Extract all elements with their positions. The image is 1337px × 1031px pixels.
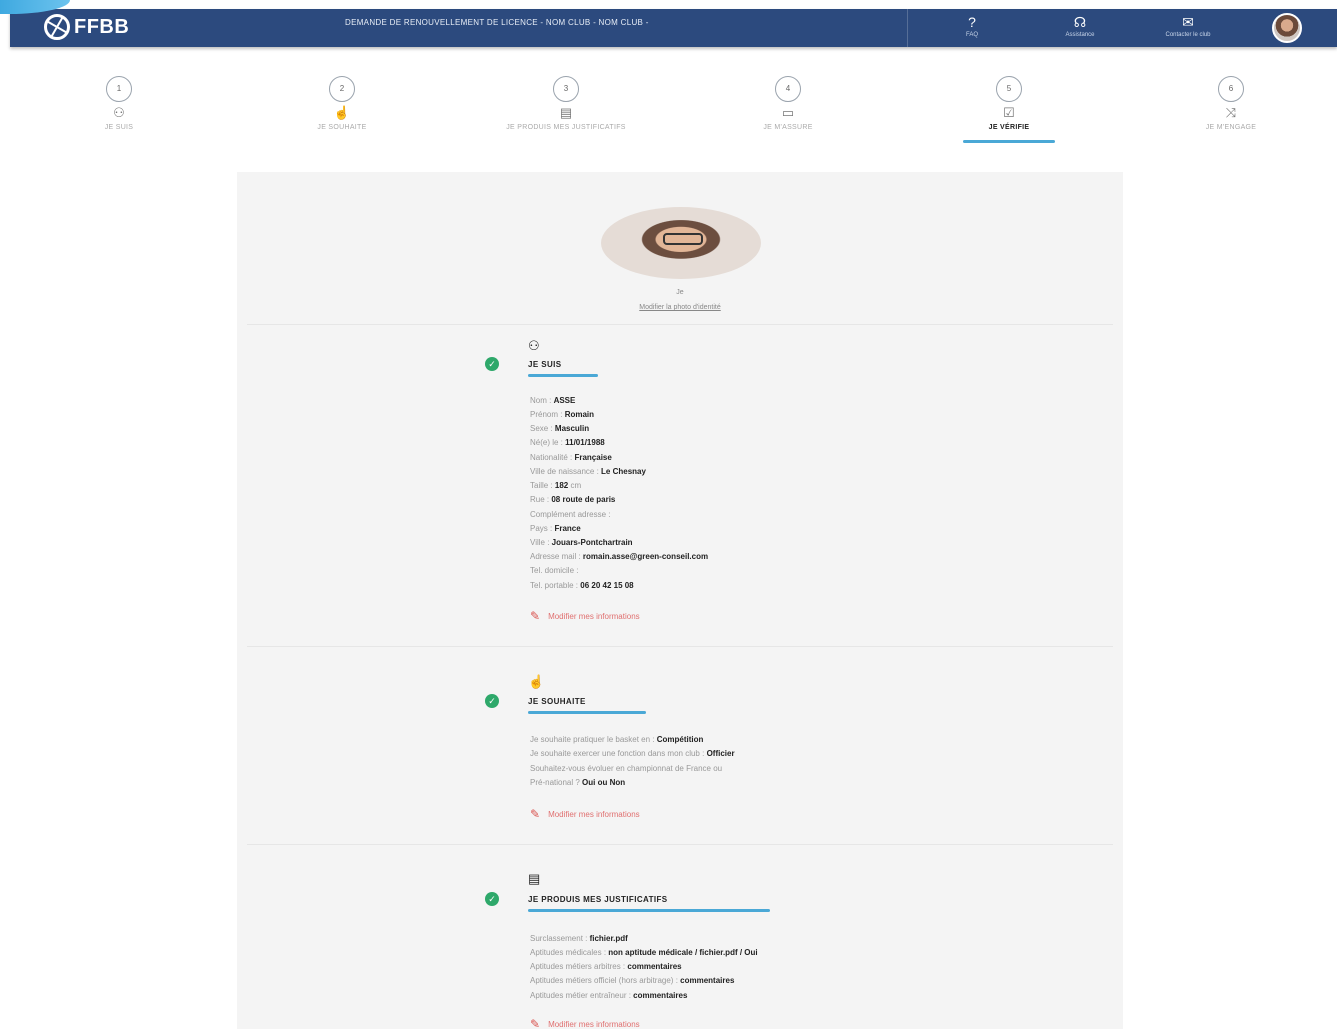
- summary-panel: Je Modifier la photo d'identité ⚇ ✓ JE S…: [237, 172, 1123, 1031]
- contact-club-button[interactable]: ✉ Contacter le club: [1148, 14, 1228, 39]
- thumb-icon: ☝: [333, 105, 351, 120]
- section-divider: [247, 646, 1113, 647]
- section-underline: [528, 374, 598, 377]
- step-number: 2: [329, 76, 355, 102]
- field-pays: Pays : France: [530, 524, 581, 533]
- field-complement-adresse: Complément adresse :: [530, 510, 611, 519]
- edit-label: Modifier mes informations: [548, 809, 640, 819]
- field-nom: Nom : ASSE: [530, 396, 576, 405]
- step-label: JE M'ENGAGE: [1205, 124, 1257, 131]
- section-title: JE SOUHAITE: [528, 697, 586, 706]
- check-doc-icon: ☑: [1003, 105, 1015, 120]
- field-rue: Rue : 08 route de paris: [530, 495, 616, 504]
- document-icon: ▤: [559, 105, 573, 120]
- section-title: JE SUIS: [528, 360, 562, 369]
- user-icon: ⚇: [113, 105, 125, 120]
- profile-photo: [601, 207, 761, 279]
- header-divider: [907, 9, 908, 47]
- edit-je-souhaite-link[interactable]: ✎ Modifier mes informations: [530, 807, 640, 821]
- step-je-m-engage[interactable]: 6 ⤨ JE M'ENGAGE: [1151, 70, 1311, 132]
- field-ville: Ville : Jouars-Pontchartrain: [530, 538, 633, 547]
- field-taille: Taille : 182 cm: [530, 481, 582, 490]
- field-tel-domicile: Tel. domicile :: [530, 566, 579, 575]
- field-pre-national: Pré-national ? Oui ou Non: [530, 778, 626, 787]
- user-avatar[interactable]: [1272, 13, 1302, 43]
- step-label: JE SOUHAITE: [317, 124, 367, 131]
- photo-caption: Je: [676, 289, 684, 296]
- edit-label: Modifier mes informations: [548, 611, 640, 621]
- step-label: JE SUIS: [104, 124, 134, 131]
- document-icon: ▤: [528, 871, 541, 886]
- edit-je-suis-link[interactable]: ✎ Modifier mes informations: [530, 609, 640, 623]
- field-nationalite: Nationalité : Française: [530, 453, 612, 462]
- step-label: JE M'ASSURE: [763, 124, 813, 131]
- headset-icon: ☊: [1073, 14, 1087, 30]
- page-title: DEMANDE DE RENOUVELLEMENT DE LICENCE - N…: [345, 18, 649, 27]
- top-bar: FFBB DEMANDE DE RENOUVELLEMENT DE LICENC…: [10, 9, 1337, 47]
- step-je-souhaite[interactable]: 2 ☝ JE SOUHAITE: [262, 70, 422, 132]
- active-step-indicator: [963, 140, 1055, 143]
- thumb-icon: ☝: [528, 674, 545, 689]
- pencil-icon: ✎: [530, 609, 541, 623]
- contact-club-label: Contacter le club: [1165, 32, 1211, 38]
- shuffle-icon: ⤨: [1225, 105, 1237, 120]
- field-surclassement: Surclassement : fichier.pdf: [530, 934, 628, 943]
- edit-label: Modifier mes informations: [548, 1019, 640, 1029]
- step-label: JE VÉRIFIE: [988, 124, 1030, 131]
- step-label: JE PRODUIS MES JUSTIFICATIFS: [506, 124, 626, 131]
- section-divider: [247, 844, 1113, 845]
- wizard-steps: 1 ⚇ JE SUIS 2 ☝ JE SOUHAITE 3 ▤ JE PRODU…: [0, 70, 1337, 160]
- change-photo-link[interactable]: Modifier la photo d'identité: [237, 304, 1123, 311]
- step-je-suis[interactable]: 1 ⚇ JE SUIS: [39, 70, 199, 132]
- assistance-button[interactable]: ☊ Assistance: [1040, 14, 1120, 39]
- step-je-m-assure[interactable]: 4 ▭ JE M'ASSURE: [708, 70, 868, 132]
- section-underline: [528, 909, 770, 912]
- check-icon: ✓: [485, 892, 499, 906]
- field-aptitudes-arbitres: Aptitudes métiers arbitres : commentaire…: [530, 962, 682, 971]
- field-aptitudes-officiel: Aptitudes métiers officiel (hors arbitra…: [530, 976, 735, 985]
- field-ville-naissance: Ville de naissance : Le Chesnay: [530, 467, 646, 476]
- step-number: 3: [553, 76, 579, 102]
- field-email: Adresse mail : romain.asse@green-conseil…: [530, 552, 709, 561]
- field-championnat: Souhaitez-vous évoluer en championnat de…: [530, 764, 723, 773]
- field-prenom: Prénom : Romain: [530, 410, 595, 419]
- faq-label: FAQ: [965, 32, 978, 38]
- field-aptitudes-medicales: Aptitudes médicales : non aptitude médic…: [530, 948, 758, 957]
- step-je-verifie[interactable]: 5 ☑ JE VÉRIFIE: [929, 70, 1089, 143]
- field-aptitudes-entraineur: Aptitudes métier entraîneur : commentair…: [530, 991, 688, 1000]
- step-number: 5: [996, 76, 1022, 102]
- step-justificatifs[interactable]: 3 ▤ JE PRODUIS MES JUSTIFICATIFS: [486, 70, 646, 132]
- step-number: 4: [775, 76, 801, 102]
- user-icon: ⚇: [528, 338, 540, 353]
- check-icon: ✓: [485, 357, 499, 371]
- question-icon: ?: [968, 14, 976, 30]
- section-divider: [247, 324, 1113, 325]
- field-sexe: Sexe : Masculin: [530, 424, 590, 433]
- check-icon: ✓: [485, 694, 499, 708]
- field-tel-portable: Tel. portable : 06 20 42 15 08: [530, 581, 634, 590]
- field-naissance: Né(e) le : 11/01/1988: [530, 438, 605, 447]
- field-fonction: Je souhaite exercer une fonction dans mo…: [530, 749, 735, 758]
- ffbb-logo[interactable]: FFBB: [44, 14, 129, 40]
- mail-icon: ✉: [1182, 14, 1194, 30]
- logo-text: FFBB: [74, 15, 130, 38]
- section-underline: [528, 711, 646, 714]
- basketball-icon: [44, 14, 70, 40]
- step-number: 6: [1218, 76, 1244, 102]
- step-number: 1: [106, 76, 132, 102]
- assistance-label: Assistance: [1065, 32, 1095, 38]
- pencil-icon: ✎: [530, 807, 541, 821]
- tablet-icon: ▭: [781, 105, 795, 120]
- faq-button[interactable]: ? FAQ: [932, 14, 1012, 39]
- field-pratique: Je souhaite pratiquer le basket en : Com…: [530, 735, 704, 744]
- section-title: JE PRODUIS MES JUSTIFICATIFS: [528, 895, 668, 904]
